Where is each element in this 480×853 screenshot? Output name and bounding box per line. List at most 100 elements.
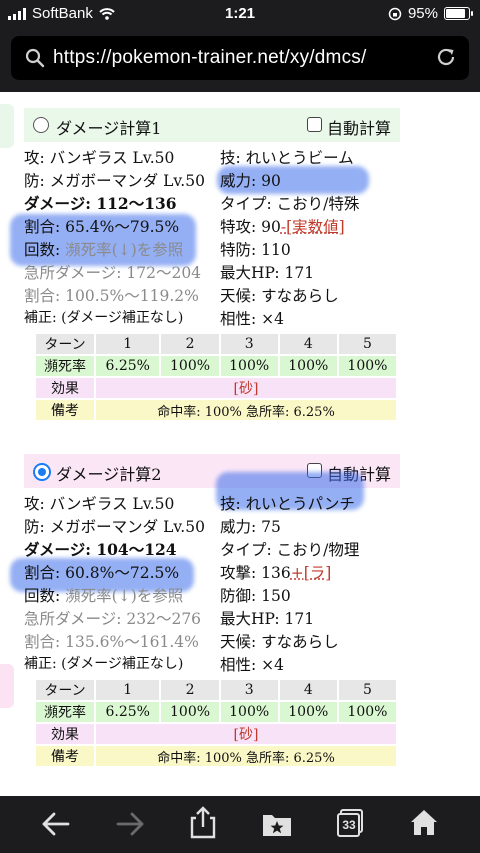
count-label: 回数:	[24, 587, 66, 605]
crit-damage-line: 急所ダメージ: 172〜204	[24, 264, 202, 282]
tabs-count: 33	[342, 818, 356, 832]
auto-calc-label: 自動計算	[327, 119, 392, 138]
crit-ratio-line: 割合: 100.5%〜119.2%	[24, 287, 199, 305]
status-bar: SoftBank 1:21 95%	[0, 0, 480, 28]
effectiveness-line: 相性: ×4	[220, 656, 284, 674]
calc-radio[interactable]	[33, 117, 49, 133]
browser-address-bar: https://pokemon-trainer.net/xy/dmcs/	[0, 28, 480, 92]
auto-calc-checkbox[interactable]	[307, 117, 322, 132]
rate-cell: 100%	[220, 356, 278, 376]
defender-line: 防: メガボーマンダ Lv.50	[24, 172, 205, 190]
tabs-button[interactable]: 33	[336, 808, 364, 838]
battery-percent: 95%	[407, 5, 438, 22]
url-text: https://pokemon-trainer.net/xy/dmcs/	[53, 47, 367, 68]
correction-line: 補正: (ダメージ補正なし)	[24, 656, 184, 672]
note-value: 命中率: 100% 急所率: 6.25%	[96, 400, 396, 420]
type-line: タイプ: こおり/特殊	[220, 195, 360, 213]
rate-label: 瀕死率	[36, 702, 94, 722]
ratio-line: 割合: 65.4%〜79.5%	[24, 218, 180, 236]
stat-value: 攻撃: 136	[220, 564, 291, 582]
calc-title: ダメージ計算1	[56, 119, 162, 138]
calc-title: ダメージ計算2	[56, 465, 162, 484]
rate-cell: 100%	[161, 702, 219, 722]
note-label: 備考	[36, 400, 94, 420]
orientation-lock-icon	[388, 7, 402, 20]
attacker-line: 攻: バンギラス Lv.50	[24, 495, 175, 513]
damage-calc-2: ダメージ計算2 自動計算 攻: バンギラス Lv.50 防: メガボーマンダ L…	[10, 454, 400, 784]
rate-cell: 100%	[161, 356, 219, 376]
reload-icon[interactable]	[435, 46, 457, 68]
turn-header-cell: 3	[220, 680, 278, 700]
damage-line: ダメージ: 112〜136	[24, 194, 177, 213]
actual-value-link[interactable]: -[実数値]	[281, 218, 345, 236]
forward-arrow-icon[interactable]	[114, 809, 146, 839]
power-line: 威力: 75	[220, 518, 281, 536]
rate-label: 瀕死率	[36, 356, 94, 376]
effect-value: [砂]	[96, 724, 396, 744]
correction-line: 補正: (ダメージ補正なし)	[24, 310, 184, 326]
turn-header-label: ターン	[36, 680, 94, 700]
count-line: 回数: 瀕死率(↓)を参照	[24, 238, 183, 260]
defender-line: 防: メガボーマンダ Lv.50	[24, 518, 205, 536]
share-icon[interactable]	[188, 806, 218, 840]
browser-toolbar: 33	[0, 796, 480, 853]
rate-cell: 100%	[338, 356, 396, 376]
note-label: 備考	[36, 746, 94, 766]
effectiveness-line: 相性: ×4	[220, 310, 284, 328]
turn-header-cell: 4	[279, 334, 337, 354]
max-hp-line: 最大HP: 171	[220, 610, 315, 628]
search-icon	[25, 48, 45, 68]
url-field[interactable]: https://pokemon-trainer.net/xy/dmcs/	[11, 36, 469, 80]
home-icon[interactable]	[408, 807, 440, 837]
stat-value: 特攻: 90	[220, 218, 281, 236]
max-hp-line: 最大HP: 171	[220, 264, 315, 282]
turn-header-cell: 1	[96, 680, 160, 700]
damage-line: ダメージ: 104〜124	[24, 540, 177, 559]
rate-cell: 100%	[338, 702, 396, 722]
web-content: ダメージ計算1 自動計算 攻: バンギラス Lv.50 防: メガボーマンダ L…	[0, 92, 480, 796]
rate-cell: 6.25%	[96, 356, 160, 376]
rate-cell: 100%	[279, 702, 337, 722]
turn-header-cell: 5	[338, 680, 396, 700]
side-tab-top[interactable]	[0, 104, 14, 148]
turn-header-cell: 1	[96, 334, 160, 354]
ratio-line: 割合: 60.8%〜72.5%	[24, 564, 180, 582]
bookmarks-folder-icon[interactable]	[260, 809, 294, 839]
fainting-rate-link[interactable]: 瀕死率(↓)を参照	[65, 587, 183, 605]
turn-header-cell: 3	[220, 334, 278, 354]
move-line: 技: れいとうパンチ	[220, 495, 355, 513]
rank-link[interactable]: +[ラ]	[291, 564, 332, 582]
weather-line: 天候: すなあらし	[220, 287, 339, 305]
fainting-rate-link[interactable]: 瀕死率(↓)を参照	[65, 241, 183, 259]
crit-ratio-line: 割合: 135.6%〜161.4%	[24, 633, 199, 651]
rate-cell: 100%	[220, 702, 278, 722]
rate-cell: 6.25%	[96, 702, 160, 722]
calc-radio-selected[interactable]	[33, 463, 51, 481]
effect-label: 効果	[36, 724, 94, 744]
effect-value: [砂]	[96, 378, 396, 398]
turn-header-label: ターン	[36, 334, 94, 354]
defense-stat-line: 特防: 110	[220, 241, 291, 259]
defense-stat-line: 防御: 150	[220, 587, 291, 605]
count-label: 回数:	[24, 241, 66, 259]
move-line: 技: れいとうビーム	[220, 149, 354, 167]
stat-line: 攻撃: 136+[ラ]	[220, 561, 331, 583]
count-line: 回数: 瀕死率(↓)を参照	[24, 584, 183, 606]
turn-header-cell: 4	[279, 680, 337, 700]
damage-calc-1: ダメージ計算1 自動計算 攻: バンギラス Lv.50 防: メガボーマンダ L…	[10, 108, 400, 438]
weather-line: 天候: すなあらし	[220, 633, 339, 651]
turn-table: ターン 1 2 3 4 5 瀕死率 6.25% 100% 100% 100% 1…	[34, 332, 398, 422]
attacker-line: 攻: バンギラス Lv.50	[24, 149, 175, 167]
effect-label: 効果	[36, 378, 94, 398]
rate-cell: 100%	[279, 356, 337, 376]
side-tab-bottom[interactable]	[0, 664, 14, 708]
stat-line: 特攻: 90-[実数値]	[220, 215, 345, 237]
turn-header-cell: 5	[338, 334, 396, 354]
battery-icon	[444, 7, 473, 20]
turn-table: ターン 1 2 3 4 5 瀕死率 6.25% 100% 100% 100% 1…	[34, 678, 398, 768]
back-arrow-icon[interactable]	[40, 809, 72, 839]
type-line: タイプ: こおり/物理	[220, 541, 360, 559]
turn-header-cell: 2	[161, 680, 219, 700]
turn-header-cell: 2	[161, 334, 219, 354]
note-value: 命中率: 100% 急所率: 6.25%	[96, 746, 396, 766]
